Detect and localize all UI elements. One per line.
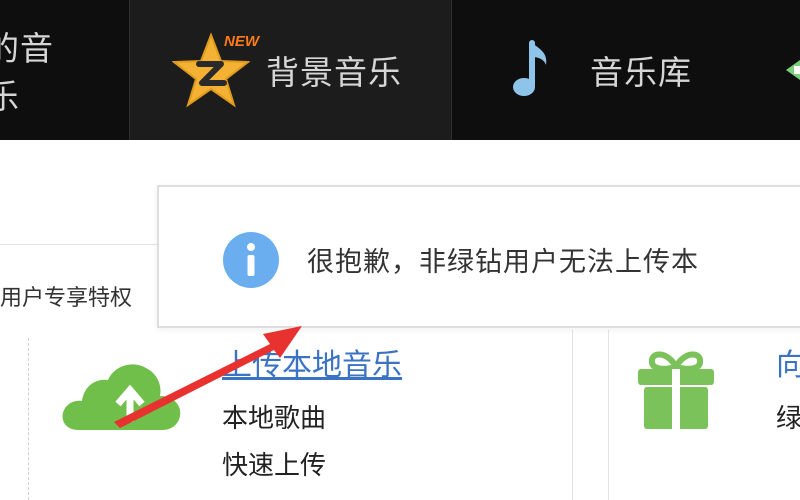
nav-tab-label: 背景音乐 — [266, 53, 402, 92]
nav-tab-label: 的音乐 — [0, 29, 54, 116]
qq-star-icon: NEW — [171, 31, 259, 109]
gift-card-desc: 绿 — [776, 404, 800, 434]
gift-card-title[interactable]: 向 — [776, 340, 800, 384]
toast-message: 很抱歉，非绿钻用户无法上传本 — [307, 247, 699, 278]
nav-tab-my-music[interactable]: 的音乐 — [0, 0, 128, 140]
info-icon — [223, 232, 279, 288]
nav-tab-background-music[interactable]: NEW 背景音乐 — [129, 0, 452, 140]
nav-tab-music-library[interactable]: 音乐库 — [490, 0, 750, 140]
new-badge: NEW — [224, 33, 259, 50]
dashed-divider — [28, 338, 29, 500]
top-nav: 的音乐 NEW 背景音乐 音乐库 — [0, 0, 800, 140]
nav-tab-label: 音乐库 — [590, 53, 692, 92]
music-note-icon — [513, 40, 547, 96]
card-divider — [572, 330, 573, 500]
upload-desc-line2: 快速上传 — [222, 451, 327, 481]
gift-icon[interactable] — [634, 347, 718, 431]
card-divider — [608, 330, 609, 500]
partial-icon — [786, 60, 800, 80]
red-arrow-annotation — [114, 326, 302, 428]
nav-tab-partial[interactable] — [782, 0, 800, 140]
